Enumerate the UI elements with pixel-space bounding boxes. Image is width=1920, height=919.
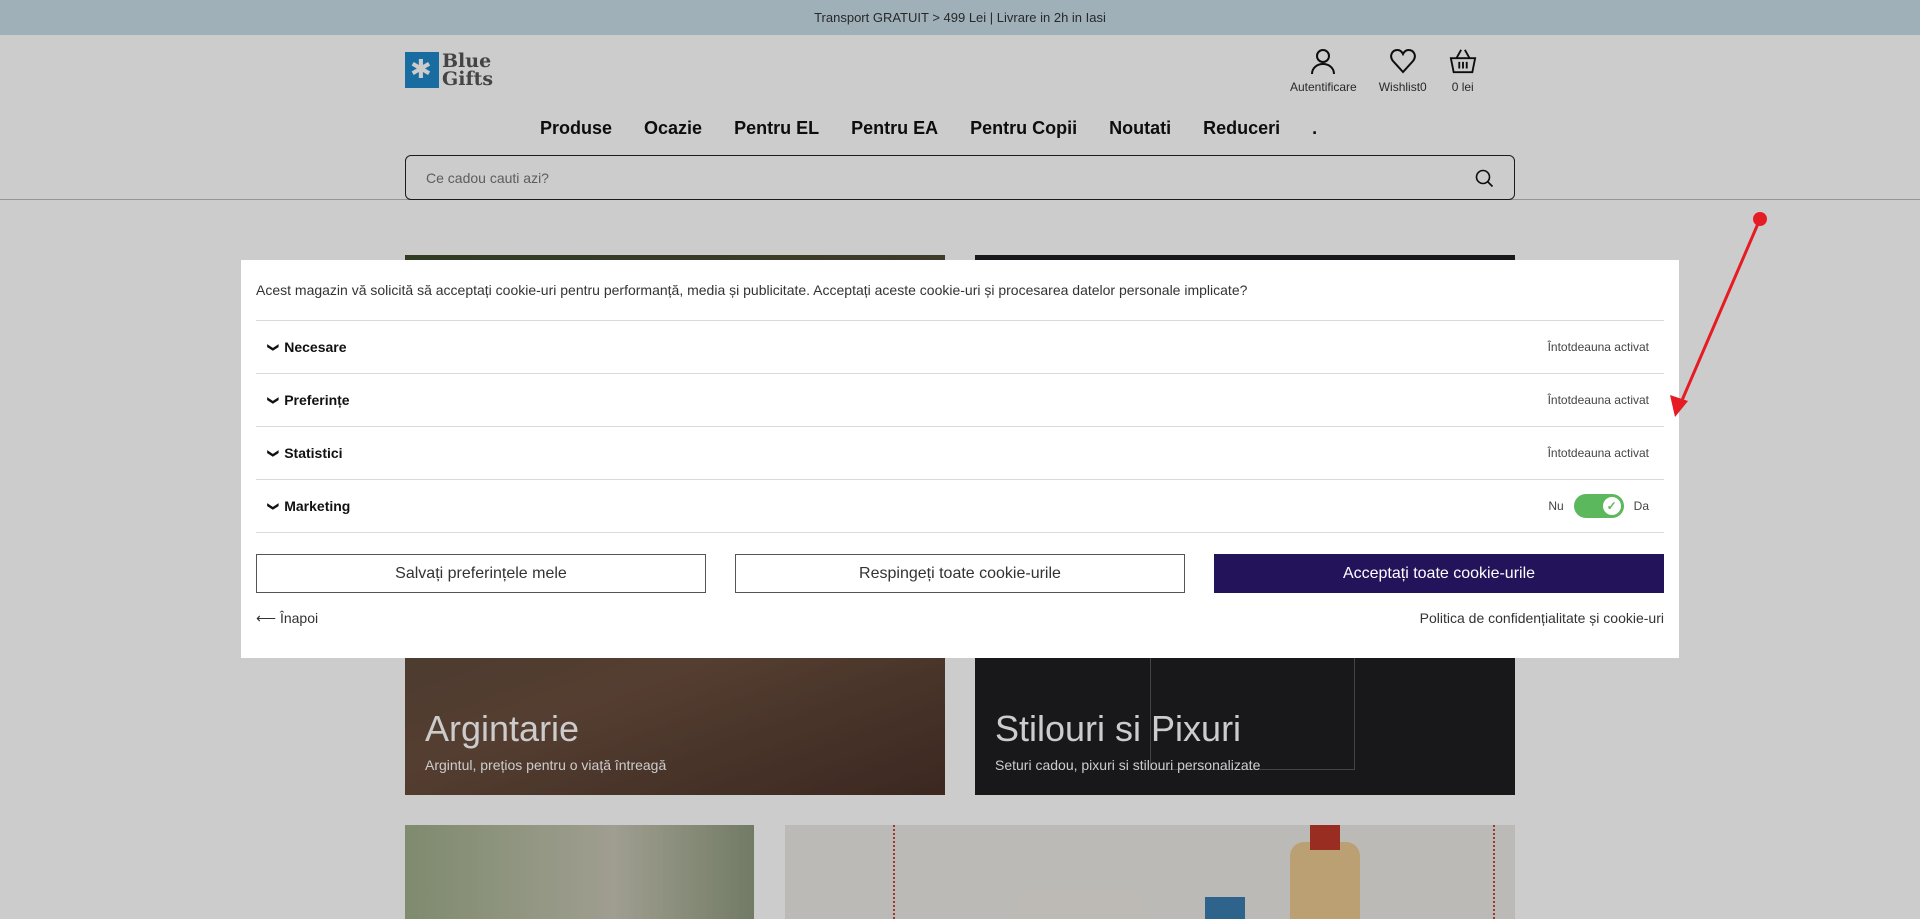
cookie-consent-dialog: Acest magazin vă solicită să acceptați c… [241, 260, 1679, 658]
marketing-toggle-switch[interactable]: ✓ [1573, 494, 1624, 518]
category-toggle-marketing[interactable]: ❯ Marketing [267, 498, 351, 514]
toggle-on-label: Da [1633, 499, 1649, 513]
back-link[interactable]: ⟵ Înapoi [256, 610, 318, 627]
toggle-off-label: Nu [1548, 499, 1564, 513]
chevron-down-icon: ❯ [267, 501, 280, 511]
arrow-head [1670, 395, 1688, 417]
category-status: Întotdeauna activat [1547, 340, 1649, 354]
arrow-shaft [1678, 218, 1762, 406]
save-preferences-button[interactable]: Salvați preferințele mele [256, 554, 706, 593]
cookie-button-row: Salvați preferințele mele Respingeți toa… [256, 554, 1664, 593]
category-toggle-statistici[interactable]: ❯ Statistici [267, 445, 343, 461]
category-title: Necesare [284, 339, 347, 355]
category-toggle-necesare[interactable]: ❯ Necesare [267, 339, 347, 355]
category-toggle-preferinte[interactable]: ❯ Preferințe [267, 392, 350, 408]
marketing-toggle-group: Nu ✓ Da [1548, 494, 1649, 518]
cookie-intro-text: Acest magazin vă solicită să acceptați c… [256, 260, 1664, 321]
red-arrow-annotation [1670, 212, 1767, 417]
privacy-policy-link[interactable]: Politica de confidențialitate și cookie-… [1420, 610, 1664, 627]
accept-all-button[interactable]: Acceptați toate cookie-urile [1214, 554, 1664, 593]
cookie-category-statistici: ❯ Statistici Întotdeauna activat [256, 427, 1664, 480]
category-status: Întotdeauna activat [1547, 446, 1649, 460]
chevron-down-icon: ❯ [267, 395, 280, 405]
check-icon: ✓ [1602, 497, 1621, 515]
category-title: Marketing [284, 498, 351, 514]
cookie-category-marketing: ❯ Marketing Nu ✓ Da [256, 480, 1664, 533]
arrow-origin-dot [1753, 212, 1767, 226]
cookie-category-necesare: ❯ Necesare Întotdeauna activat [256, 321, 1664, 374]
category-title: Statistici [284, 445, 343, 461]
cookie-dialog-footer: ⟵ Înapoi Politica de confidențialitate ș… [256, 610, 1664, 627]
chevron-down-icon: ❯ [267, 448, 280, 458]
category-title: Preferințe [284, 392, 350, 408]
chevron-down-icon: ❯ [267, 342, 280, 352]
cookie-category-preferinte: ❯ Preferințe Întotdeauna activat [256, 374, 1664, 427]
reject-all-button[interactable]: Respingeți toate cookie-urile [735, 554, 1185, 593]
category-status: Întotdeauna activat [1547, 393, 1649, 407]
